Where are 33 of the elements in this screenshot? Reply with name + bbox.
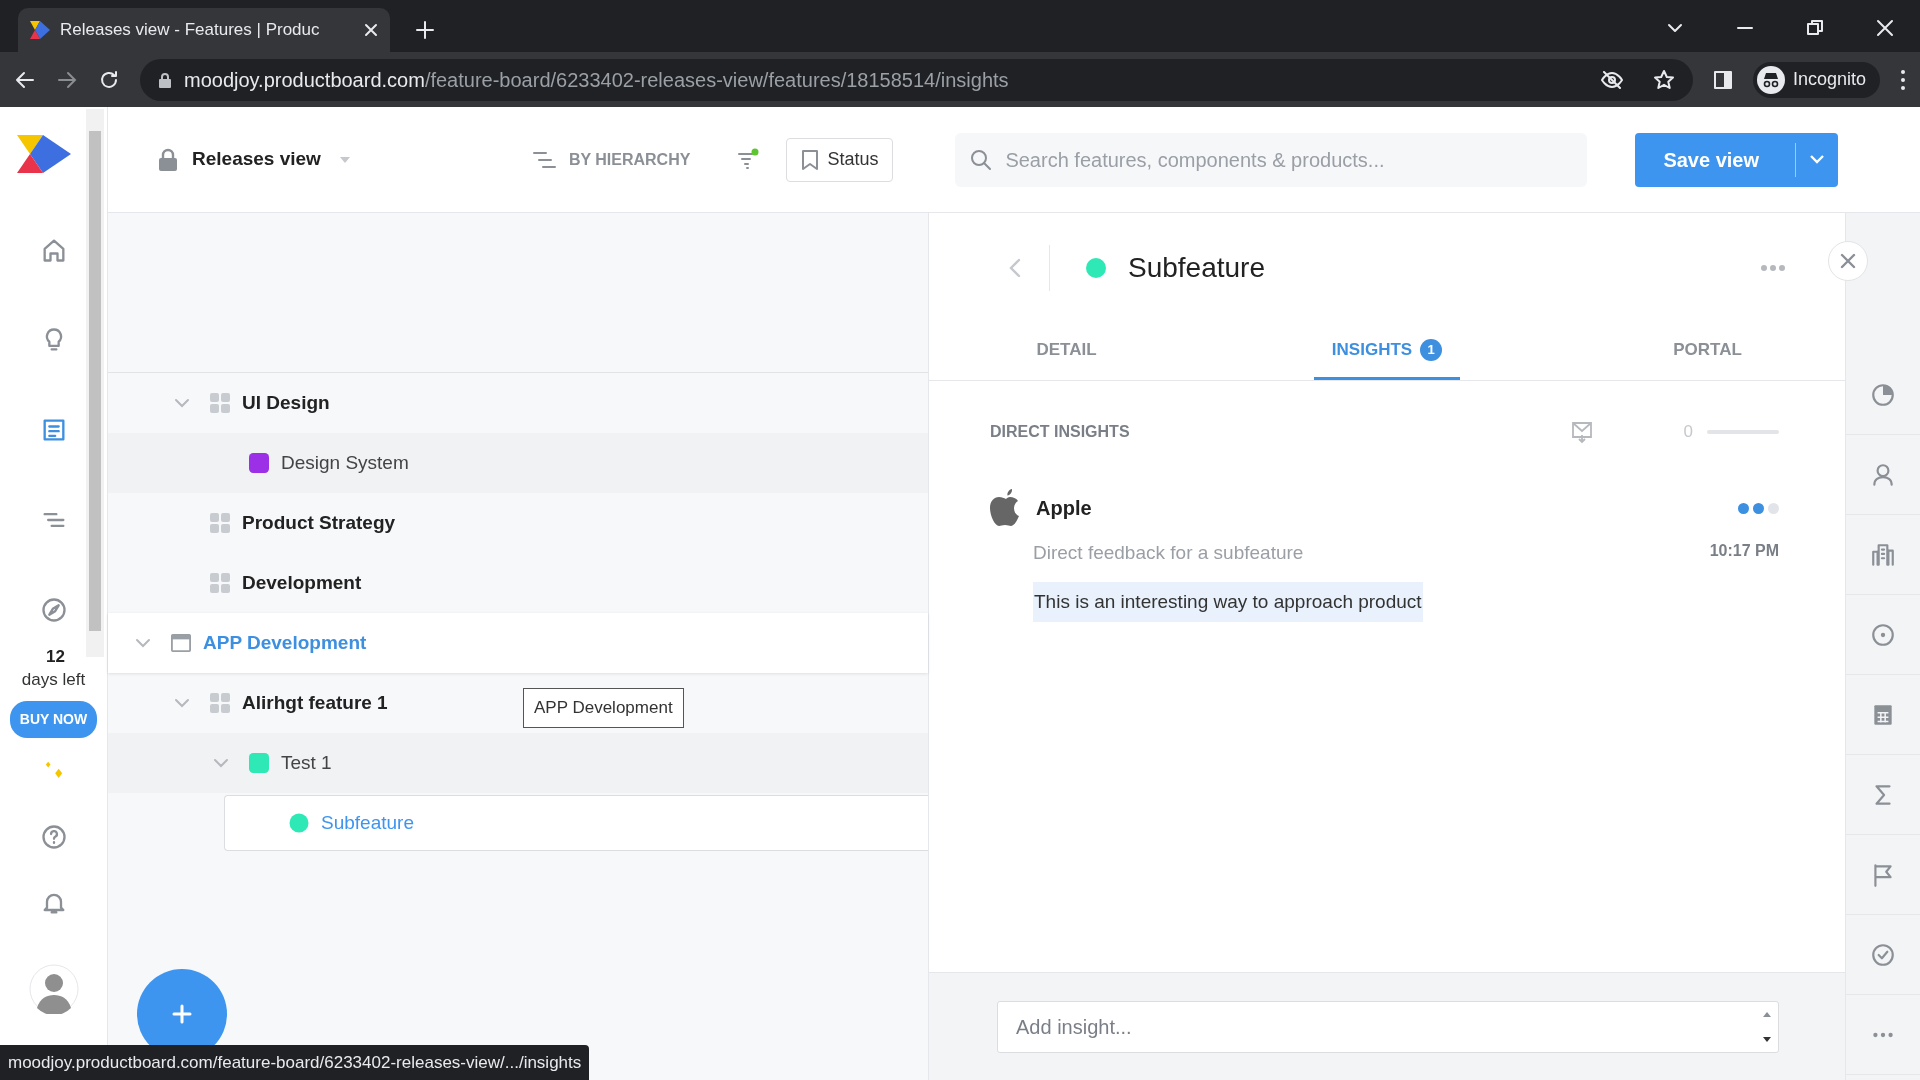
section-heading: DIRECT INSIGHTS [990, 422, 1131, 442]
tab-title: Releases view - Features | Produc [60, 19, 321, 42]
tree-label: Alirhgt feature 1 [242, 690, 388, 715]
trial-days: 12 [46, 647, 65, 668]
score-value: 0 [1683, 421, 1693, 444]
tree-label: Development [242, 570, 362, 595]
view-selector[interactable]: Releases view [192, 145, 321, 174]
status-button[interactable]: Status [786, 137, 894, 182]
tree-label: Subfeature [321, 810, 414, 835]
trial-label: days left [21, 669, 86, 692]
tree-row[interactable]: Test 1 [108, 733, 928, 793]
address-bar[interactable]: moodjoy.productboard.com/feature-board/6233402-releases-view/features/18158514/insights [140, 58, 1693, 101]
url-text: moodjoy.productboard.com/feature-board/6233402-releases-view/features/18158514/insights [184, 67, 1009, 93]
search-field[interactable]: Search features, components & products... [955, 132, 1588, 187]
count-badge: 1 [1420, 339, 1443, 361]
tooltip: APP Development [523, 688, 684, 728]
add-insight-field[interactable]: Add insight... [997, 1000, 1779, 1053]
company-name: Apple [1036, 496, 1093, 521]
browser-tab[interactable]: Releases view - Features | Produc [18, 8, 390, 52]
feature-title: Subfeature [1128, 251, 1265, 285]
tree-label: APP Development [203, 630, 367, 655]
tree-label: Product Strategy [242, 510, 396, 535]
highlighted-excerpt: This is an interesting way to approach product [1033, 581, 1423, 622]
tree-label: UI Design [242, 390, 330, 415]
profile-label: Incognito [1792, 68, 1866, 91]
tree-label: Design System [281, 450, 409, 475]
search-input[interactable]: Search features, components & products... [1003, 143, 1574, 176]
insight-title: Direct feedback for a subfeature [1033, 541, 1305, 565]
url-tooltip: moodjoy.productboard.com/feature-board/6233402-releases-view/.../insights [0, 1044, 590, 1080]
tree-row[interactable]: Design System [108, 433, 928, 493]
tree-label: Test 1 [281, 750, 332, 775]
insight-time: 10:17 PM [1709, 541, 1779, 561]
profile-button[interactable]: Incognito [1752, 61, 1880, 98]
